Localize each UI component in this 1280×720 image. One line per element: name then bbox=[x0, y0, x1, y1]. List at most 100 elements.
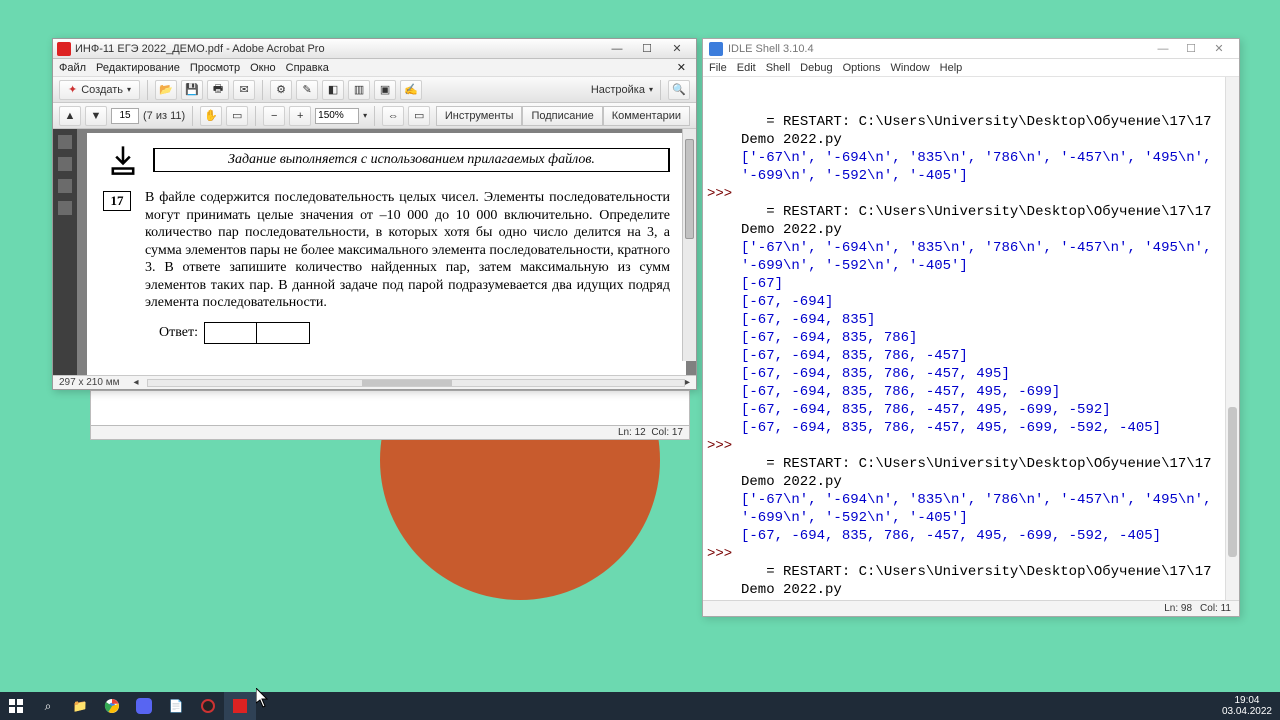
tool-edit-icon[interactable]: ✎ bbox=[296, 80, 318, 100]
tools-panel-button[interactable]: Инструменты bbox=[436, 106, 523, 126]
idle-status-ln: Ln: 98 bbox=[1164, 603, 1192, 614]
zoom-input[interactable] bbox=[315, 108, 359, 124]
horizontal-scrollbar[interactable] bbox=[147, 379, 685, 387]
tool-sign-icon[interactable]: ✍ bbox=[400, 80, 422, 100]
acrobat-task-button[interactable] bbox=[224, 692, 256, 720]
bg-col: Col: 17 bbox=[651, 427, 683, 438]
mail-icon[interactable]: ✉ bbox=[233, 80, 255, 100]
answer-cell-2 bbox=[257, 323, 309, 343]
acrobat-window: ИНФ-11 ЕГЭ 2022_ДЕМО.pdf - Adobe Acrobat… bbox=[52, 38, 697, 390]
acrobat-menubar: Файл Редактирование Просмотр Окно Справк… bbox=[53, 59, 696, 77]
fit-width-icon[interactable]: ⇔ bbox=[382, 106, 404, 126]
task-number: 17 bbox=[103, 191, 131, 211]
nav-bookmarks-icon[interactable] bbox=[58, 157, 72, 171]
h-scroll-thumb[interactable] bbox=[362, 380, 452, 386]
idle-menu-debug[interactable]: Debug bbox=[800, 59, 832, 76]
discord-button[interactable] bbox=[128, 692, 160, 720]
page-up-icon[interactable]: ▲ bbox=[59, 106, 81, 126]
save-icon[interactable]: 💾 bbox=[181, 80, 203, 100]
acrobat-icon bbox=[57, 42, 71, 56]
idle-menubar: File Edit Shell Debug Options Window Hel… bbox=[703, 59, 1239, 77]
tool-media-icon[interactable]: ▣ bbox=[374, 80, 396, 100]
notepad-button[interactable]: 📄 bbox=[160, 692, 192, 720]
zoom-out-icon[interactable]: − bbox=[263, 106, 285, 126]
settings-label[interactable]: Настройка bbox=[591, 84, 645, 96]
idle-maximize-button[interactable]: ☐ bbox=[1177, 42, 1205, 55]
menu-help[interactable]: Справка bbox=[286, 59, 329, 76]
hand-tool-icon[interactable]: ✋ bbox=[200, 106, 222, 126]
scrollbar-thumb[interactable] bbox=[685, 139, 694, 239]
answer-cell-1 bbox=[205, 323, 257, 343]
idle-scroll-thumb[interactable] bbox=[1228, 407, 1237, 557]
idle-menu-options[interactable]: Options bbox=[843, 59, 881, 76]
taskbar-time: 19:04 bbox=[1222, 695, 1272, 706]
create-label: Создать bbox=[81, 84, 123, 96]
explorer-button[interactable]: 📁 bbox=[64, 692, 96, 720]
pdf-page[interactable]: Задание выполняется с использованием при… bbox=[87, 133, 686, 375]
idle-menu-shell[interactable]: Shell bbox=[766, 59, 790, 76]
python-icon bbox=[709, 42, 723, 56]
maximize-button[interactable]: ☐ bbox=[632, 42, 662, 55]
select-tool-icon[interactable]: ▭ bbox=[226, 106, 248, 126]
document-close-icon[interactable]: ✕ bbox=[673, 59, 690, 76]
task-text: В файле содержится последовательность це… bbox=[145, 189, 670, 312]
sign-panel-button[interactable]: Подписание bbox=[522, 106, 602, 126]
print-icon[interactable]: 🖶 bbox=[207, 80, 229, 100]
minimize-button[interactable]: — bbox=[602, 43, 632, 55]
idle-menu-window[interactable]: Window bbox=[891, 59, 930, 76]
taskbar-date: 03.04.2022 bbox=[1222, 706, 1272, 717]
zoom-in-icon[interactable]: + bbox=[289, 106, 311, 126]
idle-window: IDLE Shell 3.10.4 — ☐ ✕ File Edit Shell … bbox=[702, 38, 1240, 617]
chrome-button[interactable] bbox=[96, 692, 128, 720]
idle-menu-help[interactable]: Help bbox=[940, 59, 963, 76]
acrobat-document-area: Задание выполняется с использованием при… bbox=[53, 129, 696, 375]
nav-attachments-icon[interactable] bbox=[58, 179, 72, 193]
page-dimensions: 297 x 210 мм bbox=[59, 377, 119, 388]
vertical-scrollbar[interactable] bbox=[682, 129, 696, 361]
taskbar-clock[interactable]: 19:04 03.04.2022 bbox=[1214, 695, 1280, 717]
cursor-icon bbox=[256, 688, 270, 708]
acrobat-nav-panel bbox=[53, 129, 77, 375]
acrobat-title: ИНФ-11 ЕГЭ 2022_ДЕМО.pdf - Adobe Acrobat… bbox=[75, 43, 325, 55]
open-icon[interactable]: 📂 bbox=[155, 80, 177, 100]
menu-edit[interactable]: Редактирование bbox=[96, 59, 180, 76]
idle-close-button[interactable]: ✕ bbox=[1205, 42, 1233, 55]
taskbar: ⌕ 📁 📄 19:04 03.04.2022 bbox=[0, 692, 1280, 720]
idle-minimize-button[interactable]: — bbox=[1149, 43, 1177, 55]
idle-statusbar: Ln: 98 Col: 11 bbox=[703, 600, 1239, 616]
background-window-status: Ln: 12 Col: 17 bbox=[90, 425, 690, 440]
bg-ln: Ln: 12 bbox=[618, 427, 646, 438]
page-number-input[interactable] bbox=[111, 108, 139, 124]
close-button[interactable]: ✕ bbox=[662, 42, 692, 55]
acrobat-toolbar-2: ▲ ▼ (7 из 11) ✋ ▭ − + ▾ ⇔ ▭ Инструменты … bbox=[53, 103, 696, 129]
menu-view[interactable]: Просмотр bbox=[190, 59, 240, 76]
comments-panel-button[interactable]: Комментарии bbox=[603, 106, 690, 126]
idle-menu-file[interactable]: File bbox=[709, 59, 727, 76]
download-file-icon bbox=[103, 143, 143, 177]
nav-signatures-icon[interactable] bbox=[58, 201, 72, 215]
idle-scrollbar[interactable] bbox=[1225, 77, 1239, 600]
acrobat-statusbar: 297 x 210 мм ◂ ▸ bbox=[53, 375, 696, 389]
tool-forms-icon[interactable]: ▥ bbox=[348, 80, 370, 100]
fit-page-icon[interactable]: ▭ bbox=[408, 106, 430, 126]
page-total: (7 из 11) bbox=[143, 110, 185, 122]
idle-shell-body[interactable]: = RESTART: C:\Users\University\Desktop\О… bbox=[703, 77, 1239, 600]
answer-label: Ответ: bbox=[159, 325, 198, 341]
acrobat-titlebar[interactable]: ИНФ-11 ЕГЭ 2022_ДЕМО.pdf - Adobe Acrobat… bbox=[53, 39, 696, 59]
tool-gear-icon[interactable]: ⚙ bbox=[270, 80, 292, 100]
idle-titlebar[interactable]: IDLE Shell 3.10.4 — ☐ ✕ bbox=[703, 39, 1239, 59]
idle-status-col: Col: 11 bbox=[1200, 603, 1231, 614]
app-button[interactable] bbox=[192, 692, 224, 720]
nav-thumbnails-icon[interactable] bbox=[58, 135, 72, 149]
task-banner: Задание выполняется с использованием при… bbox=[153, 148, 670, 172]
page-down-icon[interactable]: ▼ bbox=[85, 106, 107, 126]
create-button[interactable]: ✦Создать▾ bbox=[59, 80, 140, 100]
search-button[interactable]: ⌕ bbox=[32, 692, 64, 720]
acrobat-toolbar-1: ✦Создать▾ 📂 💾 🖶 ✉ ⚙ ✎ ◧ ▥ ▣ ✍ Настройка … bbox=[53, 77, 696, 103]
search-icon[interactable]: 🔍 bbox=[668, 80, 690, 100]
start-button[interactable] bbox=[0, 692, 32, 720]
menu-file[interactable]: Файл bbox=[59, 59, 86, 76]
idle-menu-edit[interactable]: Edit bbox=[737, 59, 756, 76]
tool-stamp-icon[interactable]: ◧ bbox=[322, 80, 344, 100]
menu-window[interactable]: Окно bbox=[250, 59, 276, 76]
